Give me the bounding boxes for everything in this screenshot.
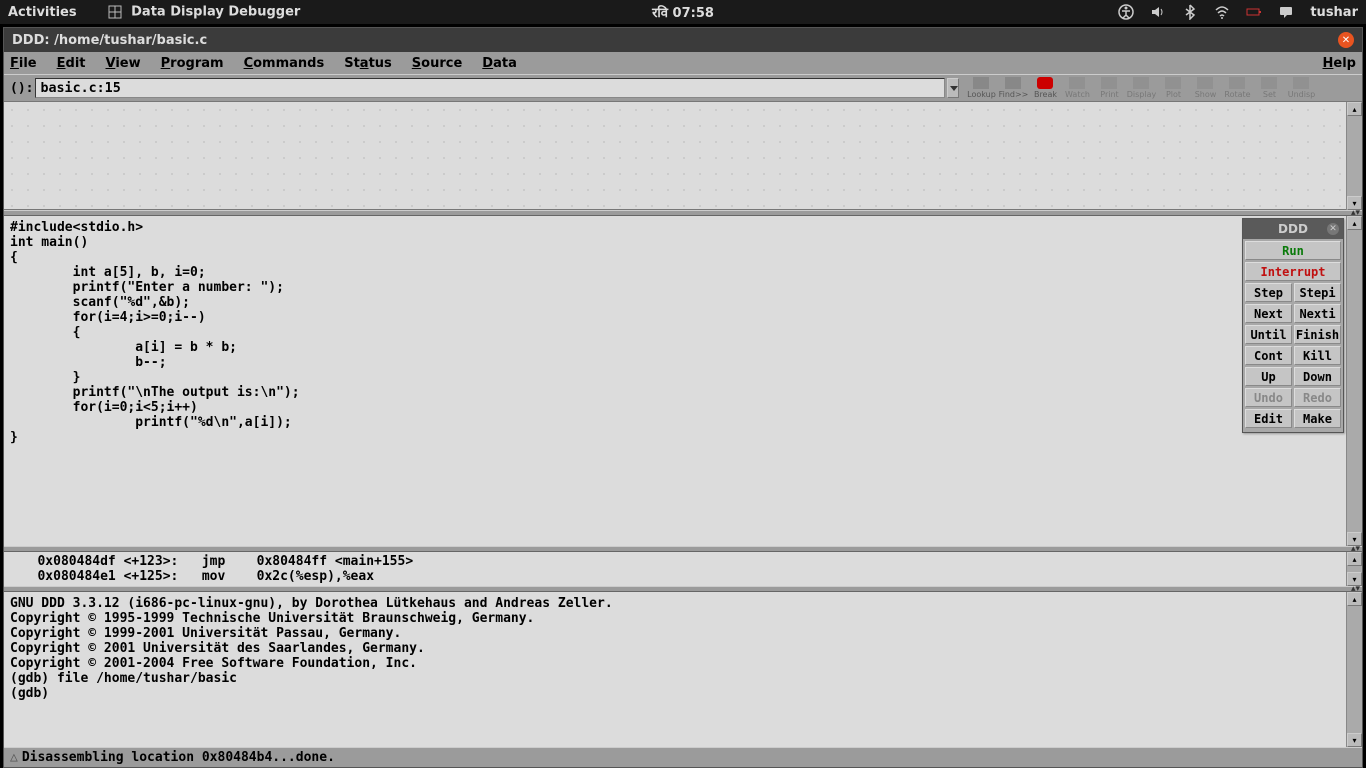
cont-button[interactable]: Cont bbox=[1245, 346, 1292, 365]
menu-commands[interactable]: Commands bbox=[244, 56, 325, 71]
find-button[interactable]: Find>> bbox=[997, 75, 1029, 101]
bluetooth-icon[interactable] bbox=[1182, 4, 1198, 20]
plot-button[interactable]: Plot bbox=[1157, 75, 1189, 101]
ddd-icon bbox=[107, 4, 123, 20]
asm-scrollbar[interactable]: ▴▾ bbox=[1346, 552, 1362, 586]
break-button[interactable]: Break bbox=[1029, 75, 1061, 101]
battery-icon[interactable] bbox=[1246, 4, 1262, 20]
until-button[interactable]: Until bbox=[1245, 325, 1292, 344]
interrupt-button[interactable]: Interrupt bbox=[1245, 262, 1341, 281]
arg-label: (): bbox=[10, 81, 33, 96]
undisp-button[interactable]: Undisp bbox=[1285, 75, 1317, 101]
command-tool-close-icon[interactable]: ✕ bbox=[1327, 223, 1339, 235]
command-tool-titlebar[interactable]: DDD ✕ bbox=[1243, 219, 1343, 239]
status-text: Disassembling location 0x80484b4...done. bbox=[22, 750, 335, 765]
console-scrollbar[interactable]: ▴▾ bbox=[1346, 592, 1362, 747]
display-button[interactable]: Display bbox=[1125, 75, 1157, 101]
menu-help[interactable]: Help bbox=[1323, 56, 1356, 71]
gnome-topbar: Activities Data Display Debugger रवि 07:… bbox=[0, 0, 1366, 24]
menu-file[interactable]: File bbox=[10, 56, 37, 71]
menu-edit[interactable]: Edit bbox=[57, 56, 86, 71]
ddd-window: DDD: /home/tushar/basic.c ✕ File Edit Vi… bbox=[3, 27, 1363, 768]
set-button[interactable]: Set bbox=[1253, 75, 1285, 101]
user-menu[interactable]: tushar bbox=[1310, 5, 1358, 20]
menu-view[interactable]: View bbox=[106, 56, 141, 71]
volume-icon[interactable] bbox=[1150, 4, 1166, 20]
window-titlebar: DDD: /home/tushar/basic.c ✕ bbox=[4, 28, 1362, 52]
arg-input[interactable] bbox=[35, 78, 945, 98]
menu-data[interactable]: Data bbox=[482, 56, 517, 71]
source-scrollbar[interactable]: ▴▾ bbox=[1346, 216, 1362, 546]
source-area[interactable]: #include<stdio.h> int main() { int a[5],… bbox=[4, 216, 1346, 546]
display-scrollbar[interactable]: ▴▾ bbox=[1346, 102, 1362, 210]
menu-status[interactable]: Status bbox=[344, 56, 392, 71]
finish-button[interactable]: Finish bbox=[1294, 325, 1341, 344]
statusbar: △ Disassembling location 0x80484b4...don… bbox=[4, 747, 1362, 767]
close-button[interactable]: ✕ bbox=[1338, 32, 1354, 48]
next-button[interactable]: Next bbox=[1245, 304, 1292, 323]
command-tool: DDD ✕ Run Interrupt Step Stepi Next Next… bbox=[1242, 218, 1344, 433]
print-button[interactable]: Print bbox=[1093, 75, 1125, 101]
activities-button[interactable]: Activities bbox=[8, 5, 77, 20]
menu-source[interactable]: Source bbox=[412, 56, 463, 71]
wifi-icon[interactable] bbox=[1214, 4, 1230, 20]
app-menu[interactable]: Data Display Debugger bbox=[107, 4, 301, 20]
accessibility-icon[interactable] bbox=[1118, 4, 1134, 20]
toolbar: (): Lookup Find>> Break Watch Print Disp… bbox=[4, 74, 1362, 102]
window-title: DDD: /home/tushar/basic.c bbox=[12, 33, 207, 48]
chat-icon[interactable] bbox=[1278, 4, 1294, 20]
lookup-button[interactable]: Lookup bbox=[965, 75, 997, 101]
step-button[interactable]: Step bbox=[1245, 283, 1292, 302]
menubar: File Edit View Program Commands Status S… bbox=[4, 52, 1362, 74]
watch-button[interactable]: Watch bbox=[1061, 75, 1093, 101]
up-button[interactable]: Up bbox=[1245, 367, 1292, 386]
arg-dropdown[interactable] bbox=[947, 78, 959, 98]
down-button[interactable]: Down bbox=[1294, 367, 1341, 386]
disassembly-area[interactable]: 0x080484df <+123>: jmp 0x80484ff <main+1… bbox=[4, 552, 1346, 586]
nexti-button[interactable]: Nexti bbox=[1294, 304, 1341, 323]
redo-button[interactable]: Redo bbox=[1294, 388, 1341, 407]
gdb-console[interactable]: GNU DDD 3.3.12 (i686-pc-linux-gnu), by D… bbox=[4, 592, 1346, 747]
menu-program[interactable]: Program bbox=[161, 56, 224, 71]
run-button[interactable]: Run bbox=[1245, 241, 1341, 260]
kill-button[interactable]: Kill bbox=[1294, 346, 1341, 365]
edit-button[interactable]: Edit bbox=[1245, 409, 1292, 428]
clock[interactable]: रवि 07:58 bbox=[652, 3, 714, 21]
show-button[interactable]: Show bbox=[1189, 75, 1221, 101]
make-button[interactable]: Make bbox=[1294, 409, 1341, 428]
status-indicator-icon: △ bbox=[10, 750, 18, 765]
rotate-button[interactable]: Rotate bbox=[1221, 75, 1253, 101]
data-display-area[interactable] bbox=[4, 102, 1346, 210]
stepi-button[interactable]: Stepi bbox=[1294, 283, 1341, 302]
undo-button[interactable]: Undo bbox=[1245, 388, 1292, 407]
